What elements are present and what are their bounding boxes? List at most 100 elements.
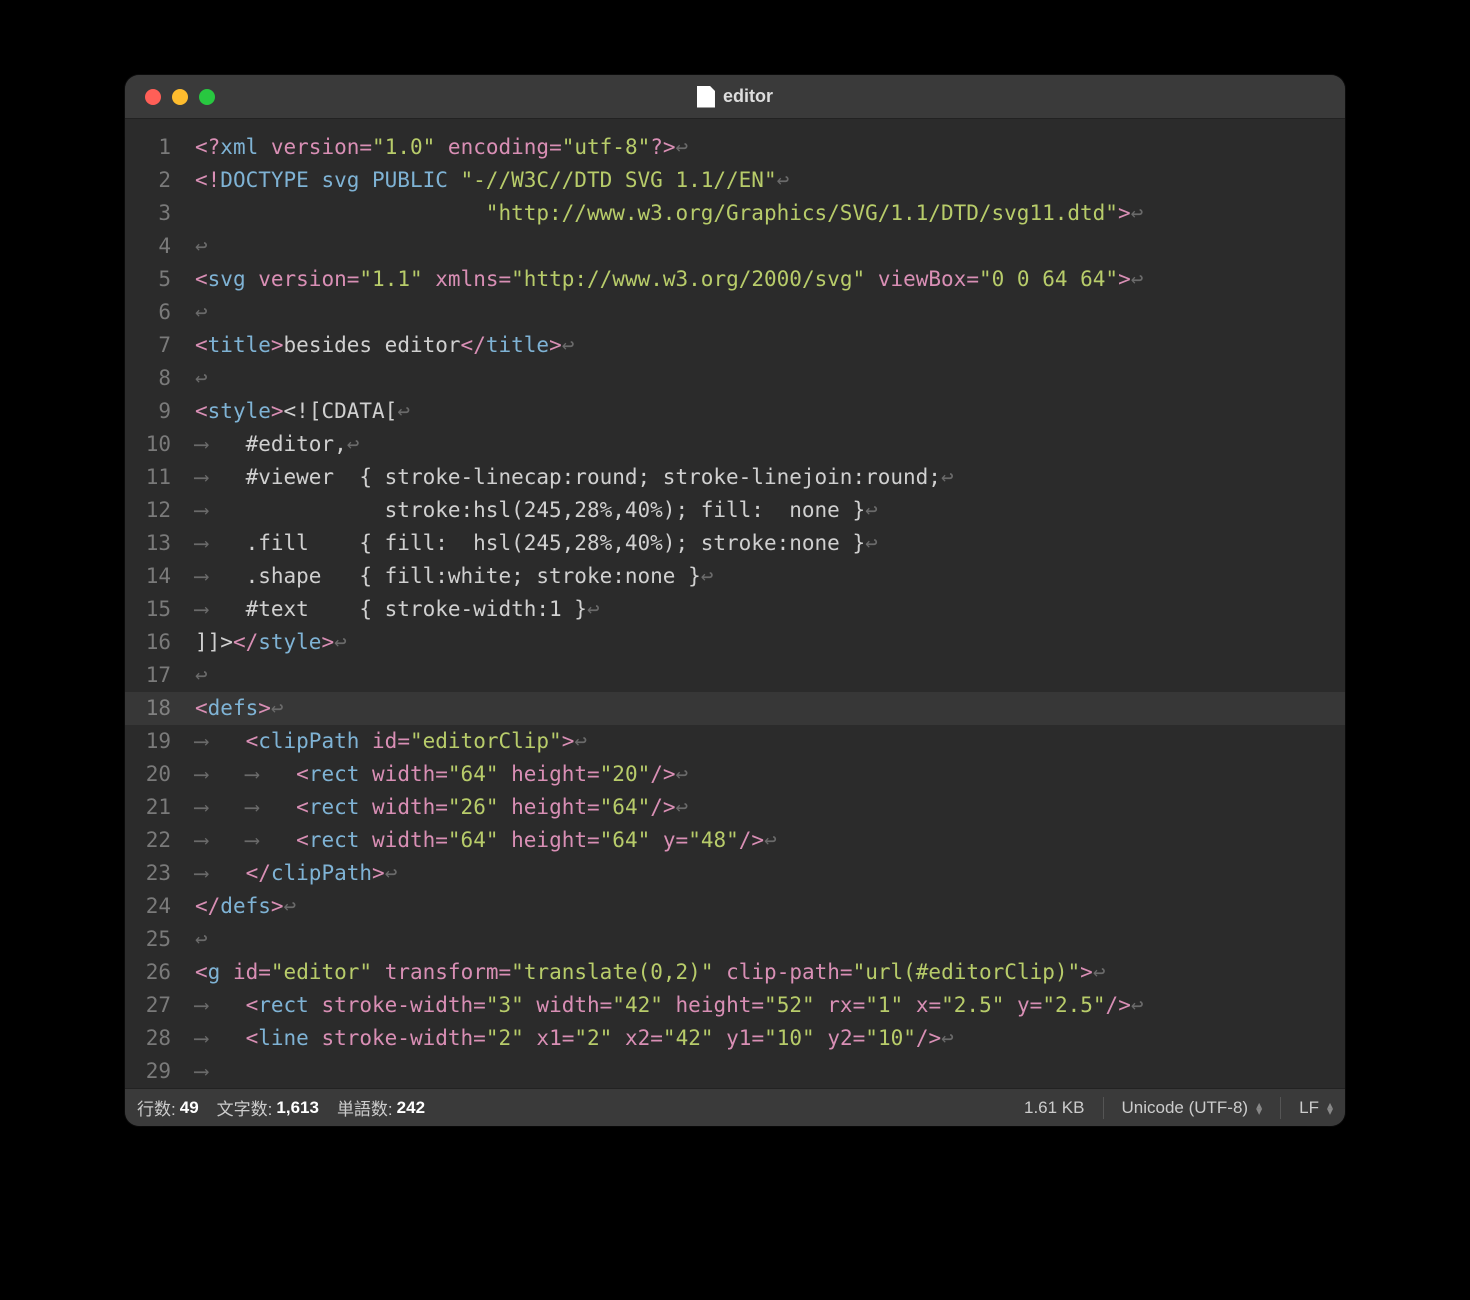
code-line[interactable]: <title>besides editor</title>↩ — [195, 329, 1345, 362]
line-ending-dropdown[interactable]: LF ▴▾ — [1299, 1098, 1333, 1118]
code-line[interactable]: ⟶ #text { stroke-width:1 }↩ — [195, 593, 1345, 626]
code-content[interactable]: <?xml version="1.0" encoding="utf-8"?>↩<… — [181, 119, 1345, 1088]
invisible-char-icon: ⟶ — [195, 564, 246, 588]
minimize-window-button[interactable] — [172, 89, 188, 105]
token-text — [195, 201, 486, 225]
invisible-char-icon: ↩ — [271, 696, 284, 720]
code-line[interactable]: ⟶ .shape { fill:white; stroke:none }↩ — [195, 560, 1345, 593]
close-window-button[interactable] — [145, 89, 161, 105]
code-line[interactable]: ⟶ <clipPath id="editorClip">↩ — [195, 725, 1345, 758]
token-attr: x — [916, 993, 929, 1017]
token-punc: < — [195, 333, 208, 357]
code-line[interactable]: ⟶ <rect stroke-width="3" width="42" heig… — [195, 989, 1345, 1022]
token-cdata: [CDATA[ — [309, 399, 398, 423]
invisible-char-icon: ↩ — [195, 300, 208, 324]
token-str: "42" — [663, 1026, 714, 1050]
editor-area[interactable]: 1234567891011121314151617181920212223242… — [125, 119, 1345, 1088]
invisible-char-icon: ⟶ — [195, 729, 246, 753]
token-punc: < — [195, 399, 208, 423]
token-str: "48" — [688, 828, 739, 852]
code-line[interactable]: ⟶ ⟶ <rect width="26" height="64"/>↩ — [195, 791, 1345, 824]
code-line[interactable]: ↩ — [195, 230, 1345, 263]
code-line[interactable]: ]]></style>↩ — [195, 626, 1345, 659]
token-punc: < — [296, 795, 309, 819]
code-line[interactable]: ⟶ .fill { fill: hsl(245,28%,40%); stroke… — [195, 527, 1345, 560]
token-punc: </ — [461, 333, 486, 357]
chevron-updown-icon: ▴▾ — [1256, 1102, 1262, 1114]
token-attr: y — [1017, 993, 1030, 1017]
code-line[interactable]: ↩ — [195, 659, 1345, 692]
token-str: "20" — [600, 762, 651, 786]
token-punc: /> — [916, 1026, 941, 1050]
invisible-char-icon: ↩ — [676, 762, 689, 786]
token-punc: > — [271, 894, 284, 918]
code-line[interactable]: ↩ — [195, 296, 1345, 329]
token-text — [815, 1026, 828, 1050]
line-number: 10 — [125, 428, 181, 461]
code-line[interactable]: ↩ — [195, 362, 1345, 395]
status-lines-label: 行数: — [137, 1095, 176, 1120]
code-line[interactable]: ⟶ stroke:hsl(245,28%,40%); fill: none }↩ — [195, 494, 1345, 527]
invisible-char-icon: ⟶ — [195, 432, 246, 456]
token-css: #viewer { stroke-linecap:round; stroke-l… — [246, 465, 941, 489]
code-line[interactable]: ⟶ ⟶ <rect width="64" height="64" y="48"/… — [195, 824, 1345, 857]
code-line[interactable]: ⟶ #editor,↩ — [195, 428, 1345, 461]
invisible-char-icon: ↩ — [385, 861, 398, 885]
titlebar[interactable]: editor — [125, 75, 1345, 119]
code-line[interactable]: "http://www.w3.org/Graphics/SVG/1.1/DTD/… — [195, 197, 1345, 230]
token-punc: < — [246, 1026, 259, 1050]
code-line[interactable]: <?xml version="1.0" encoding="utf-8"?>↩ — [195, 131, 1345, 164]
token-punc: ?> — [650, 135, 675, 159]
token-str: "http://www.w3.org/2000/svg" — [511, 267, 865, 291]
code-line[interactable]: <style><![CDATA[↩ — [195, 395, 1345, 428]
token-str: "http://www.w3.org/Graphics/SVG/1.1/DTD/… — [486, 201, 1118, 225]
token-text — [498, 795, 511, 819]
token-punc: < — [195, 267, 208, 291]
invisible-char-icon: ↩ — [347, 432, 360, 456]
token-punc: > — [258, 696, 271, 720]
code-line[interactable]: ⟶ — [195, 1055, 1345, 1088]
window-title: editor — [723, 86, 773, 107]
token-str: "url(#editorClip)" — [853, 960, 1081, 984]
invisible-char-icon: ↩ — [941, 465, 954, 489]
code-line[interactable]: ⟶ #viewer { stroke-linecap:round; stroke… — [195, 461, 1345, 494]
code-line[interactable]: <!DOCTYPE svg PUBLIC "-//W3C//DTD SVG 1.… — [195, 164, 1345, 197]
token-cdata: <! — [284, 399, 309, 423]
token-str: "0 0 64 64" — [979, 267, 1118, 291]
code-line[interactable]: <defs>↩ — [195, 692, 1345, 725]
code-line[interactable]: ⟶ ⟶ <rect width="64" height="20"/>↩ — [195, 758, 1345, 791]
invisible-char-icon: ↩ — [195, 663, 208, 687]
token-punc: = — [397, 729, 410, 753]
token-punc: < — [296, 828, 309, 852]
code-line[interactable]: <g id="editor" transform="translate(0,2)… — [195, 956, 1345, 989]
line-ending-value: LF — [1299, 1098, 1319, 1118]
token-attr: height — [511, 762, 587, 786]
encoding-dropdown[interactable]: Unicode (UTF-8) ▴▾ — [1122, 1098, 1263, 1118]
token-attr: width — [372, 828, 435, 852]
token-attr: rx — [827, 993, 852, 1017]
code-line[interactable]: </defs>↩ — [195, 890, 1345, 923]
token-tag: rect — [309, 795, 372, 819]
code-line[interactable]: <svg version="1.1" xmlns="http://www.w3.… — [195, 263, 1345, 296]
line-number: 17 — [125, 659, 181, 692]
line-number: 11 — [125, 461, 181, 494]
token-attr: width — [372, 795, 435, 819]
token-text — [372, 960, 385, 984]
zoom-window-button[interactable] — [199, 89, 215, 105]
token-punc: = — [853, 1026, 866, 1050]
line-number: 29 — [125, 1055, 181, 1088]
invisible-char-icon: ⟶ — [195, 531, 246, 555]
token-tag: rect — [309, 828, 372, 852]
token-str: "2.5" — [941, 993, 1004, 1017]
code-line[interactable]: ↩ — [195, 923, 1345, 956]
token-punc: > — [372, 861, 385, 885]
invisible-char-icon: ↩ — [764, 828, 777, 852]
token-tag: defs — [220, 894, 271, 918]
line-number: 20 — [125, 758, 181, 791]
token-punc: = — [928, 993, 941, 1017]
invisible-char-icon: ⟶ — [195, 795, 246, 819]
token-cdata: ]]> — [195, 630, 233, 654]
token-text — [903, 993, 916, 1017]
code-line[interactable]: ⟶ <line stroke-width="2" x1="2" x2="42" … — [195, 1022, 1345, 1055]
code-line[interactable]: ⟶ </clipPath>↩ — [195, 857, 1345, 890]
